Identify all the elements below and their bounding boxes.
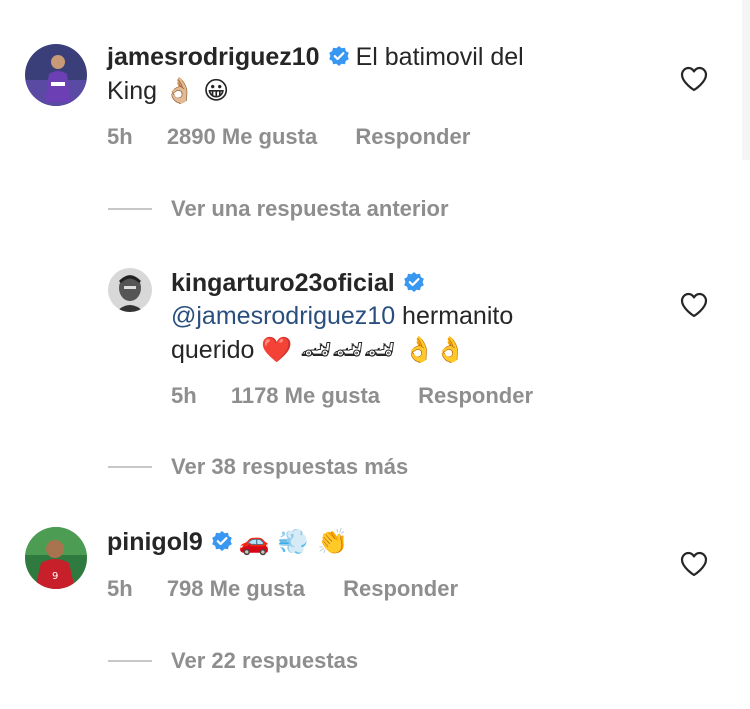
reply-text: kingarturo23oficial — [171, 267, 431, 302]
reply-button[interactable]: Responder — [343, 576, 458, 601]
divider — [108, 466, 152, 468]
view-replies-label[interactable]: Ver 22 respuestas — [171, 648, 358, 674]
timestamp: 5h — [171, 383, 197, 408]
verified-badge-icon — [211, 528, 233, 561]
like-count[interactable]: 798 Me gusta — [167, 576, 305, 601]
comment-body: El batimovil del — [355, 43, 524, 71]
timestamp: 5h — [107, 576, 133, 601]
username[interactable]: kingarturo23oficial — [171, 269, 395, 297]
view-previous-replies[interactable]: Ver una respuesta anterior — [108, 196, 449, 222]
username[interactable]: jamesrodriguez10 — [107, 43, 320, 71]
mention-link[interactable]: @jamesrodriguez10 — [171, 302, 395, 330]
reply-body-cont: querido — [171, 336, 255, 364]
scrollbar-track[interactable] — [742, 0, 750, 160]
heart-outline-icon[interactable] — [680, 292, 708, 318]
reply-button[interactable]: Responder — [418, 383, 533, 408]
timestamp: 5h — [107, 124, 133, 149]
avatar-photo: 9 — [25, 527, 87, 589]
emoji-group: 🚗 💨 👏 — [238, 527, 349, 556]
divider — [108, 208, 152, 210]
verified-badge-icon — [403, 269, 425, 302]
view-replies[interactable]: Ver 22 respuestas — [108, 648, 358, 674]
comment-body-cont: King — [107, 77, 158, 105]
username[interactable]: pinigol9 — [107, 528, 203, 556]
avatar[interactable] — [108, 268, 152, 312]
avatar[interactable] — [25, 44, 87, 106]
emoji-group: ❤️ 🏎🏎🏎 👌👌 — [261, 335, 466, 364]
reply-text-line2: @jamesrodriguez10 hermanito — [171, 300, 513, 333]
avatar[interactable]: 9 — [25, 527, 87, 589]
view-previous-label[interactable]: Ver una respuesta anterior — [171, 196, 449, 222]
heart-outline-icon[interactable] — [680, 66, 708, 92]
like-count[interactable]: 1178 Me gusta — [231, 383, 380, 408]
comment-text: jamesrodriguez10 El batimovil del — [107, 41, 524, 76]
divider — [108, 660, 152, 662]
reply-text-line3: querido ❤️ 🏎🏎🏎 👌👌 — [171, 333, 466, 367]
comment-meta: 5h 798 Me gusta Responder — [107, 576, 458, 602]
avatar-photo — [25, 44, 87, 106]
reply-body: hermanito — [395, 302, 514, 330]
view-more-label[interactable]: Ver 38 respuestas más — [171, 454, 408, 480]
reply-button[interactable]: Responder — [355, 124, 470, 149]
reply-meta: 5h 1178 Me gusta Responder — [171, 383, 533, 409]
heart-outline-icon[interactable] — [680, 551, 708, 577]
comment-meta: 5h 2890 Me gusta Responder — [107, 124, 470, 150]
verified-badge-icon — [328, 43, 350, 76]
like-count[interactable]: 2890 Me gusta — [167, 124, 317, 149]
comment-text-line2: King 👌🏼 😀 — [107, 74, 229, 108]
avatar-photo — [108, 268, 152, 312]
view-more-replies[interactable]: Ver 38 respuestas más — [108, 454, 408, 480]
emoji-group: 👌🏼 😀 — [164, 76, 230, 105]
comment-text: pinigol9 🚗 💨 👏 — [107, 525, 348, 561]
svg-text:9: 9 — [52, 571, 58, 582]
